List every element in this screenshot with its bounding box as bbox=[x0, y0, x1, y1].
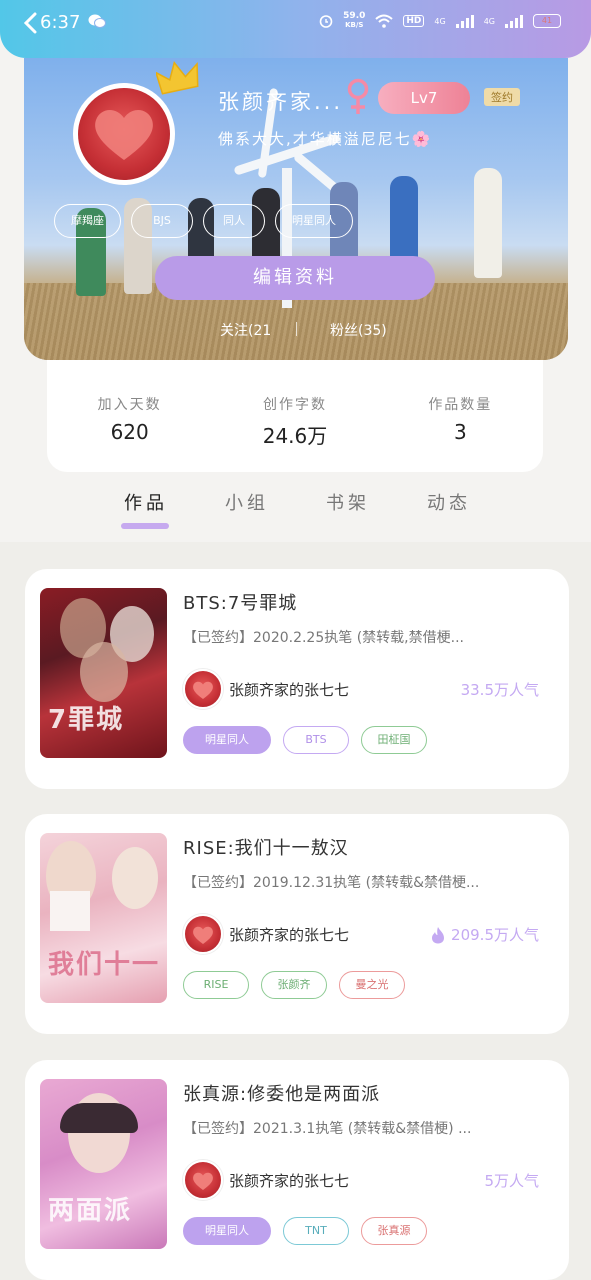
profile-tag[interactable]: 摩羯座 bbox=[54, 204, 121, 238]
back-arrow-icon[interactable] bbox=[22, 12, 40, 34]
cover-title-text: 7罪城 bbox=[48, 705, 125, 735]
work-tag[interactable]: 明星同人 bbox=[183, 726, 271, 754]
author-avatar[interactable] bbox=[183, 669, 223, 709]
work-description: 【已签约】2021.3.1执笔 (禁转载&禁借梗) ... bbox=[183, 1121, 472, 1137]
wechat-icon bbox=[88, 14, 106, 32]
level-badge: Lv7 bbox=[378, 82, 470, 114]
signal-icon bbox=[455, 14, 474, 28]
popularity: 5万人气 bbox=[484, 1170, 539, 1191]
username: 张颜齐家... bbox=[218, 90, 344, 114]
work-card[interactable]: 两面派 张真源:修委他是两面派 【已签约】2021.3.1执笔 (禁转载&禁借梗… bbox=[25, 1060, 569, 1280]
work-title[interactable]: RISE:我们十一敖汉 bbox=[183, 834, 349, 860]
popularity-value: 33.5万人气 bbox=[460, 681, 539, 699]
alarm-icon bbox=[319, 15, 333, 28]
tab-active-indicator bbox=[121, 523, 169, 529]
stat-value: 620 bbox=[110, 420, 149, 444]
profile-motto: 佛系大大,才华横溢尼尼七🌸 bbox=[218, 130, 433, 148]
battery-icon: 41 bbox=[533, 14, 561, 28]
signal-label-2: 4G bbox=[483, 16, 495, 26]
female-icon bbox=[347, 78, 369, 114]
signed-badge: 签约 bbox=[484, 88, 520, 106]
work-description: 【已签约】2020.2.25执笔 (禁转载,禁借梗... bbox=[183, 630, 464, 646]
stat-label: 创作字数 bbox=[262, 397, 327, 413]
work-cover-image[interactable]: 两面派 bbox=[40, 1079, 167, 1249]
work-tag[interactable]: 张颜齐 bbox=[261, 971, 327, 999]
author-avatar[interactable] bbox=[183, 1160, 223, 1200]
cover-title-text: 两面派 bbox=[48, 1196, 133, 1226]
work-card[interactable]: 7罪城 BTS:7号罪城 【已签约】2020.2.25执笔 (禁转载,禁借梗..… bbox=[25, 569, 569, 789]
tab-groups[interactable]: 小组 bbox=[225, 489, 269, 515]
tab-bar: 作品 小组 书架 动态 bbox=[0, 472, 591, 542]
popularity-value: 5万人气 bbox=[484, 1172, 539, 1190]
stat-label: 加入天数 bbox=[97, 397, 162, 413]
edit-profile-button[interactable]: 编辑资料 bbox=[155, 256, 435, 300]
work-tag[interactable]: BTS bbox=[283, 726, 349, 754]
profile-tag[interactable]: BJS bbox=[131, 204, 193, 238]
work-card[interactable]: 我们十一 RISE:我们十一敖汉 【已签约】2019.12.31执笔 (禁转载&… bbox=[25, 814, 569, 1034]
work-tag[interactable]: 张真源 bbox=[361, 1217, 427, 1245]
cover-title-text: 我们十一 bbox=[48, 950, 161, 980]
fans-count[interactable]: 粉丝(35) bbox=[330, 320, 387, 340]
work-tag[interactable]: RISE bbox=[183, 971, 249, 999]
heart-icon bbox=[193, 681, 213, 699]
net-speed: 59.0 KB/S bbox=[343, 11, 366, 30]
profile-tag[interactable]: 明星同人 bbox=[275, 204, 353, 238]
signal-icon-2 bbox=[505, 14, 523, 28]
crown-icon bbox=[156, 60, 199, 95]
popularity: 209.5万人气 bbox=[431, 924, 539, 945]
work-title[interactable]: 张真源:修委他是两面派 bbox=[183, 1080, 380, 1106]
work-tags: 明星同人 BTS 田柾国 bbox=[183, 726, 427, 754]
author-avatar[interactable] bbox=[183, 914, 223, 954]
work-tag[interactable]: 田柾国 bbox=[361, 726, 427, 754]
profile-tags: 摩羯座 BJS 同人 明星同人 bbox=[54, 204, 353, 238]
group-photo-person bbox=[474, 168, 502, 278]
hd-icon: HD bbox=[403, 15, 425, 27]
stat-value: 24.6万 bbox=[262, 424, 328, 448]
popularity: 33.5万人气 bbox=[461, 679, 539, 700]
work-tag[interactable]: 曼之光 bbox=[339, 971, 405, 999]
author-name[interactable]: 张颜齐家的张七七 bbox=[229, 924, 349, 945]
work-title[interactable]: BTS:7号罪城 bbox=[183, 589, 297, 615]
flame-icon bbox=[432, 926, 445, 943]
author-name[interactable]: 张颜齐家的张七七 bbox=[229, 679, 349, 700]
popularity-value: 209.5万人气 bbox=[451, 926, 539, 944]
work-cover-image[interactable]: 7罪城 bbox=[40, 588, 167, 758]
stats-panel: 加入天数 620 创作字数 24.6万 作品数量 3 bbox=[47, 360, 543, 472]
following-count[interactable]: 关注(21 bbox=[220, 320, 271, 340]
stat-join-days: 加入天数 620 bbox=[47, 360, 212, 472]
tab-bookshelf[interactable]: 书架 bbox=[326, 489, 370, 515]
stat-value: 3 bbox=[453, 420, 467, 444]
heart-icon bbox=[193, 1172, 213, 1190]
divider bbox=[296, 322, 297, 336]
heart-icon bbox=[193, 926, 213, 944]
tab-activity[interactable]: 动态 bbox=[427, 489, 471, 515]
stat-word-count: 创作字数 24.6万 bbox=[212, 360, 377, 472]
work-tag[interactable]: 明星同人 bbox=[183, 1217, 271, 1245]
work-cover-image[interactable]: 我们十一 bbox=[40, 833, 167, 1003]
tab-works[interactable]: 作品 bbox=[124, 489, 168, 515]
work-tag[interactable]: TNT bbox=[283, 1217, 349, 1245]
wifi-icon bbox=[375, 14, 394, 28]
work-tags: 明星同人 TNT 张真源 bbox=[183, 1217, 427, 1245]
stat-label: 作品数量 bbox=[428, 397, 493, 413]
heart-icon bbox=[95, 109, 153, 160]
status-bar: 6:37 59.0 KB/S HD 4G 4G 41 bbox=[0, 0, 591, 58]
stat-work-count: 作品数量 3 bbox=[378, 360, 543, 472]
signal-label-1: 4G bbox=[434, 16, 446, 26]
profile-header: 张颜齐家... Lv7 签约 佛系大大,才华横溢尼尼七🌸 摩羯座 BJS 同人 … bbox=[24, 58, 568, 360]
work-tags: RISE 张颜齐 曼之光 bbox=[183, 971, 405, 999]
author-name[interactable]: 张颜齐家的张七七 bbox=[229, 1170, 349, 1191]
clock: 6:37 bbox=[40, 12, 81, 33]
work-description: 【已签约】2019.12.31执笔 (禁转载&禁借梗... bbox=[183, 875, 480, 891]
profile-tag[interactable]: 同人 bbox=[203, 204, 265, 238]
